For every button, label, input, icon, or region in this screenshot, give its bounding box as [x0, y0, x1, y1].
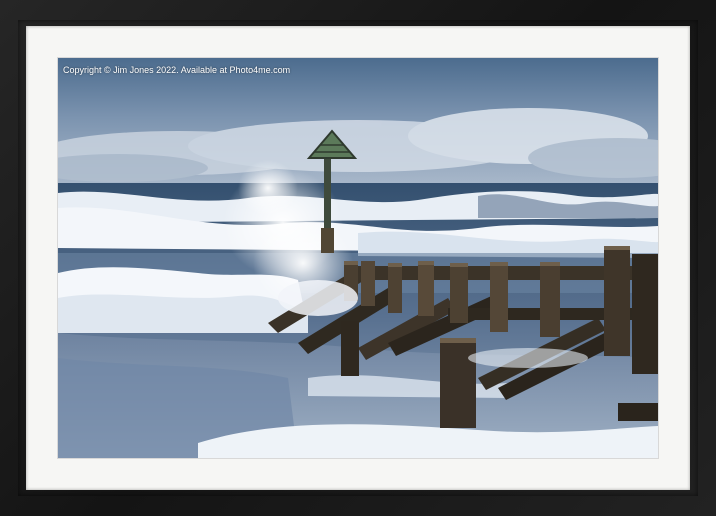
- copyright-watermark: Copyright © Jim Jones 2022. Available at…: [63, 65, 291, 75]
- seascape-photo: Copyright © Jim Jones 2022. Available at…: [58, 58, 658, 458]
- seascape-image: [58, 58, 658, 458]
